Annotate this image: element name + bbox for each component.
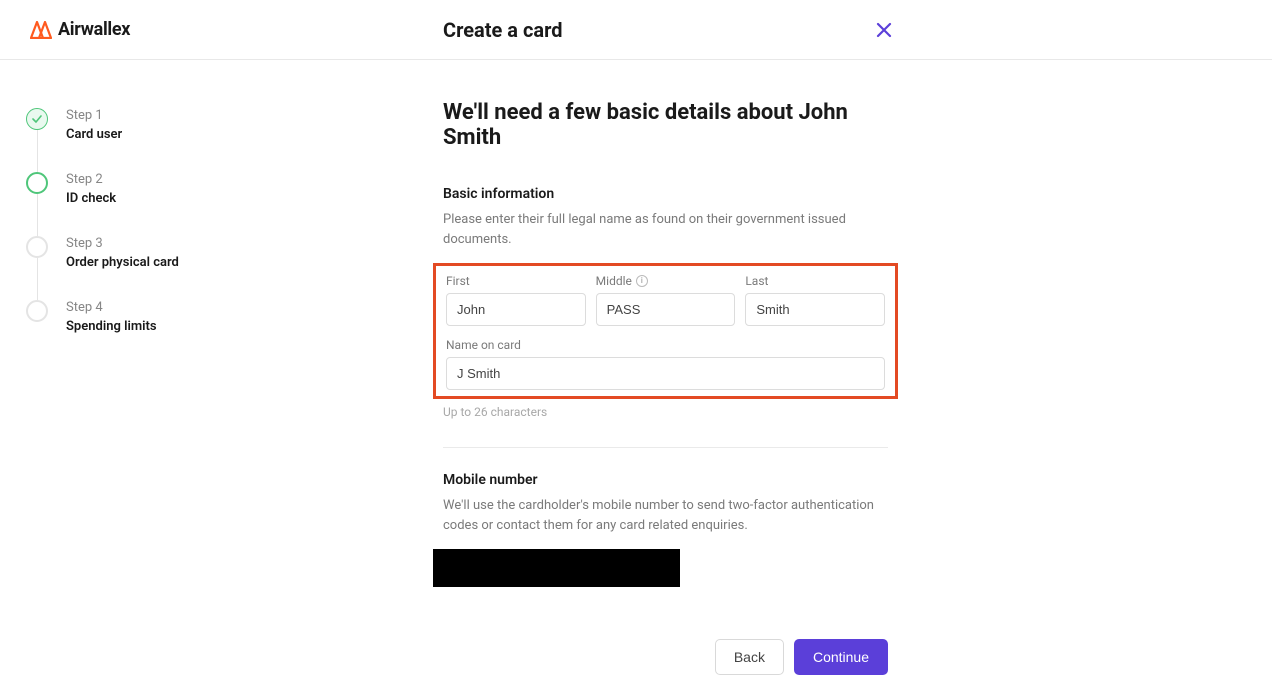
step-spending-limits[interactable]: Step 4 Spending limits [26,300,260,364]
name-on-card-label: Name on card [446,338,885,352]
back-button[interactable]: Back [715,639,784,675]
name-on-card-helper: Up to 26 characters [443,405,888,419]
footer-buttons: Back Continue [443,639,888,675]
step-name: Order physical card [66,255,179,270]
basic-info-title: Basic information [443,186,888,202]
step-id-check[interactable]: Step 2 ID check [26,172,260,236]
info-icon[interactable]: i [636,275,648,287]
continue-button[interactable]: Continue [794,639,888,675]
basic-info-desc: Please enter their full legal name as fo… [443,210,888,249]
close-icon [876,22,892,38]
section-divider [443,447,888,448]
page-title: Create a card [443,18,562,42]
step-label: Step 4 [66,300,157,315]
step-label: Step 3 [66,236,179,251]
step-indicator-pending [26,300,48,322]
step-indicator-current [26,172,48,194]
step-name: Card user [66,127,122,142]
mobile-title: Mobile number [443,472,888,488]
steps-sidebar: Step 1 Card user Step 2 ID check Step 3 … [0,60,260,636]
first-name-field: First [446,274,586,326]
name-fields-highlight: First Middle i Last [433,263,898,399]
first-name-input[interactable] [446,293,586,326]
brand-logo: Airwallex [30,19,130,40]
first-name-label: First [446,274,470,288]
last-name-field: Last [745,274,885,326]
step-indicator-done [26,108,48,130]
step-order-physical-card[interactable]: Step 3 Order physical card [26,236,260,300]
mobile-desc: We'll use the cardholder's mobile number… [443,496,888,535]
last-name-input[interactable] [745,293,885,326]
main-content: We'll need a few basic details about Joh… [260,60,1272,636]
middle-name-label: Middle [596,274,632,288]
step-label: Step 2 [66,172,116,187]
step-label: Step 1 [66,108,122,123]
step-card-user[interactable]: Step 1 Card user [26,108,260,172]
check-icon [32,114,42,124]
step-indicator-pending [26,236,48,258]
brand-name: Airwallex [58,19,130,40]
close-button[interactable] [872,18,896,42]
middle-name-input[interactable] [596,293,736,326]
step-name: Spending limits [66,319,157,334]
step-name: ID check [66,191,116,206]
middle-name-field: Middle i [596,274,736,326]
last-name-label: Last [745,274,768,288]
mobile-number-redacted [433,549,680,587]
page-heading: We'll need a few basic details about Joh… [443,100,888,150]
topbar: Airwallex Create a card [0,0,1272,60]
logo-mark-icon [30,21,52,39]
name-on-card-input[interactable] [446,357,885,390]
name-on-card-field: Name on card [446,338,885,390]
